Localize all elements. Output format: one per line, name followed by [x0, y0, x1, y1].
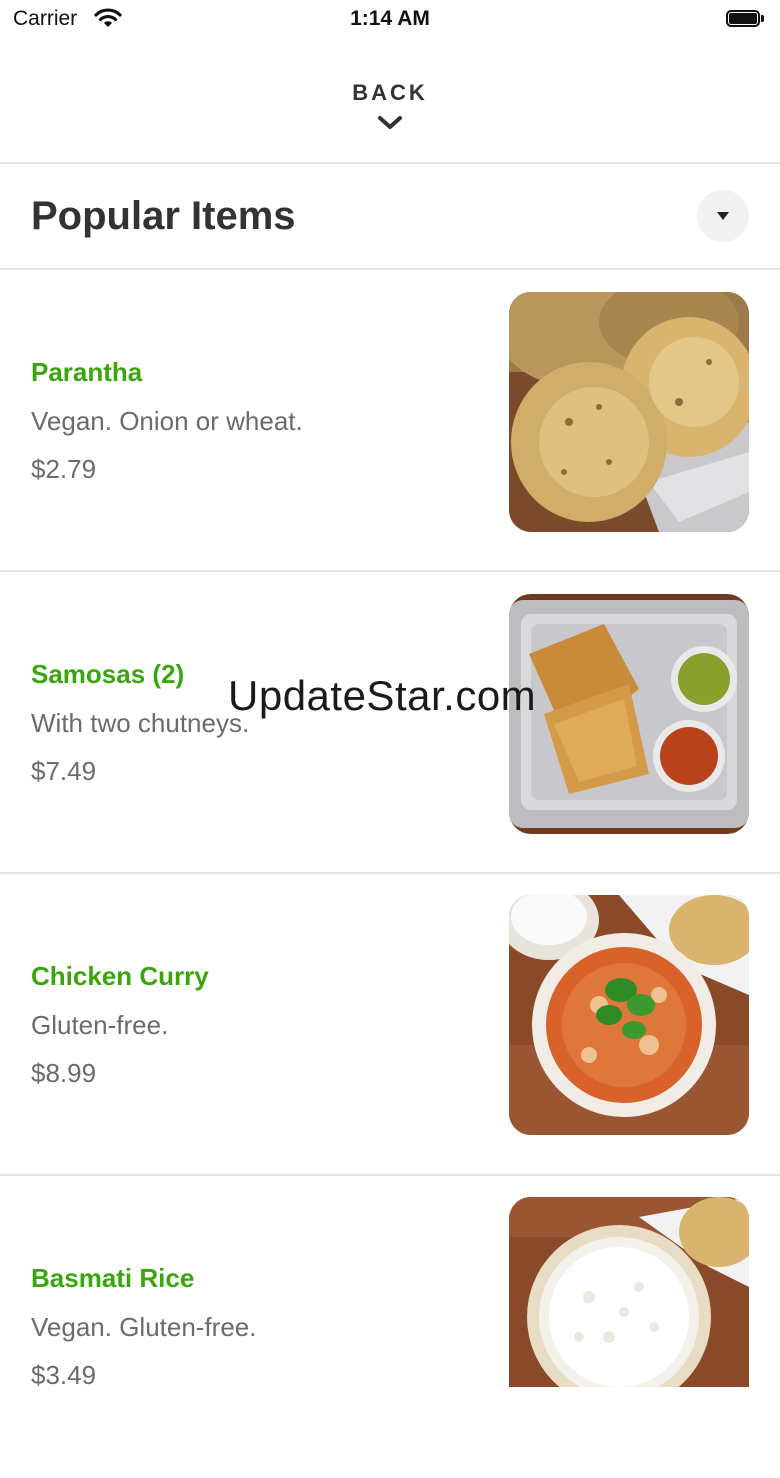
item-name: Samosas (2) — [31, 659, 185, 689]
menu-item-basmati-rice[interactable]: Basmati Rice Vegan. Gluten-free. $3.49 — [0, 1176, 780, 1478]
back-label: BACK — [352, 80, 428, 105]
item-description: Vegan. Onion or wheat. — [31, 406, 303, 436]
chicken-curry-photo — [509, 895, 749, 1135]
back-button[interactable]: BACK — [0, 60, 780, 164]
status-bar: Carrier 1:14 AM — [0, 0, 780, 40]
item-price: $2.79 — [31, 454, 97, 484]
menu-item-samosas[interactable]: Samosas (2) With two chutneys. $7.49 — [0, 572, 780, 874]
section-header: Popular Items — [0, 164, 780, 270]
caret-down-icon — [717, 212, 729, 220]
page-title: Popular Items — [31, 194, 296, 238]
menu-item-chicken-curry[interactable]: Chicken Curry Gluten-free. $8.99 — [0, 874, 780, 1176]
watermark-text: UpdateStar.com — [228, 672, 537, 719]
item-name: Basmati Rice — [31, 1263, 195, 1293]
item-price: $3.49 — [31, 1360, 97, 1390]
item-description: Vegan. Gluten-free. — [31, 1312, 257, 1342]
samosas-photo — [509, 594, 749, 834]
item-name: Chicken Curry — [31, 961, 209, 991]
category-dropdown-button[interactable] — [697, 190, 749, 242]
battery-icon — [726, 10, 766, 29]
item-description: With two chutneys. — [31, 708, 250, 738]
item-price: $7.49 — [31, 756, 97, 786]
parantha-photo — [509, 292, 749, 532]
item-name: Parantha — [31, 357, 143, 387]
basmati-rice-photo — [509, 1197, 749, 1387]
chevron-down-icon — [377, 114, 403, 137]
clock: 1:14 AM — [350, 7, 430, 30]
menu-item-parantha[interactable]: Parantha Vegan. Onion or wheat. $2.79 — [0, 270, 780, 572]
item-price: $8.99 — [31, 1058, 97, 1088]
item-description: Gluten-free. — [31, 1010, 169, 1040]
